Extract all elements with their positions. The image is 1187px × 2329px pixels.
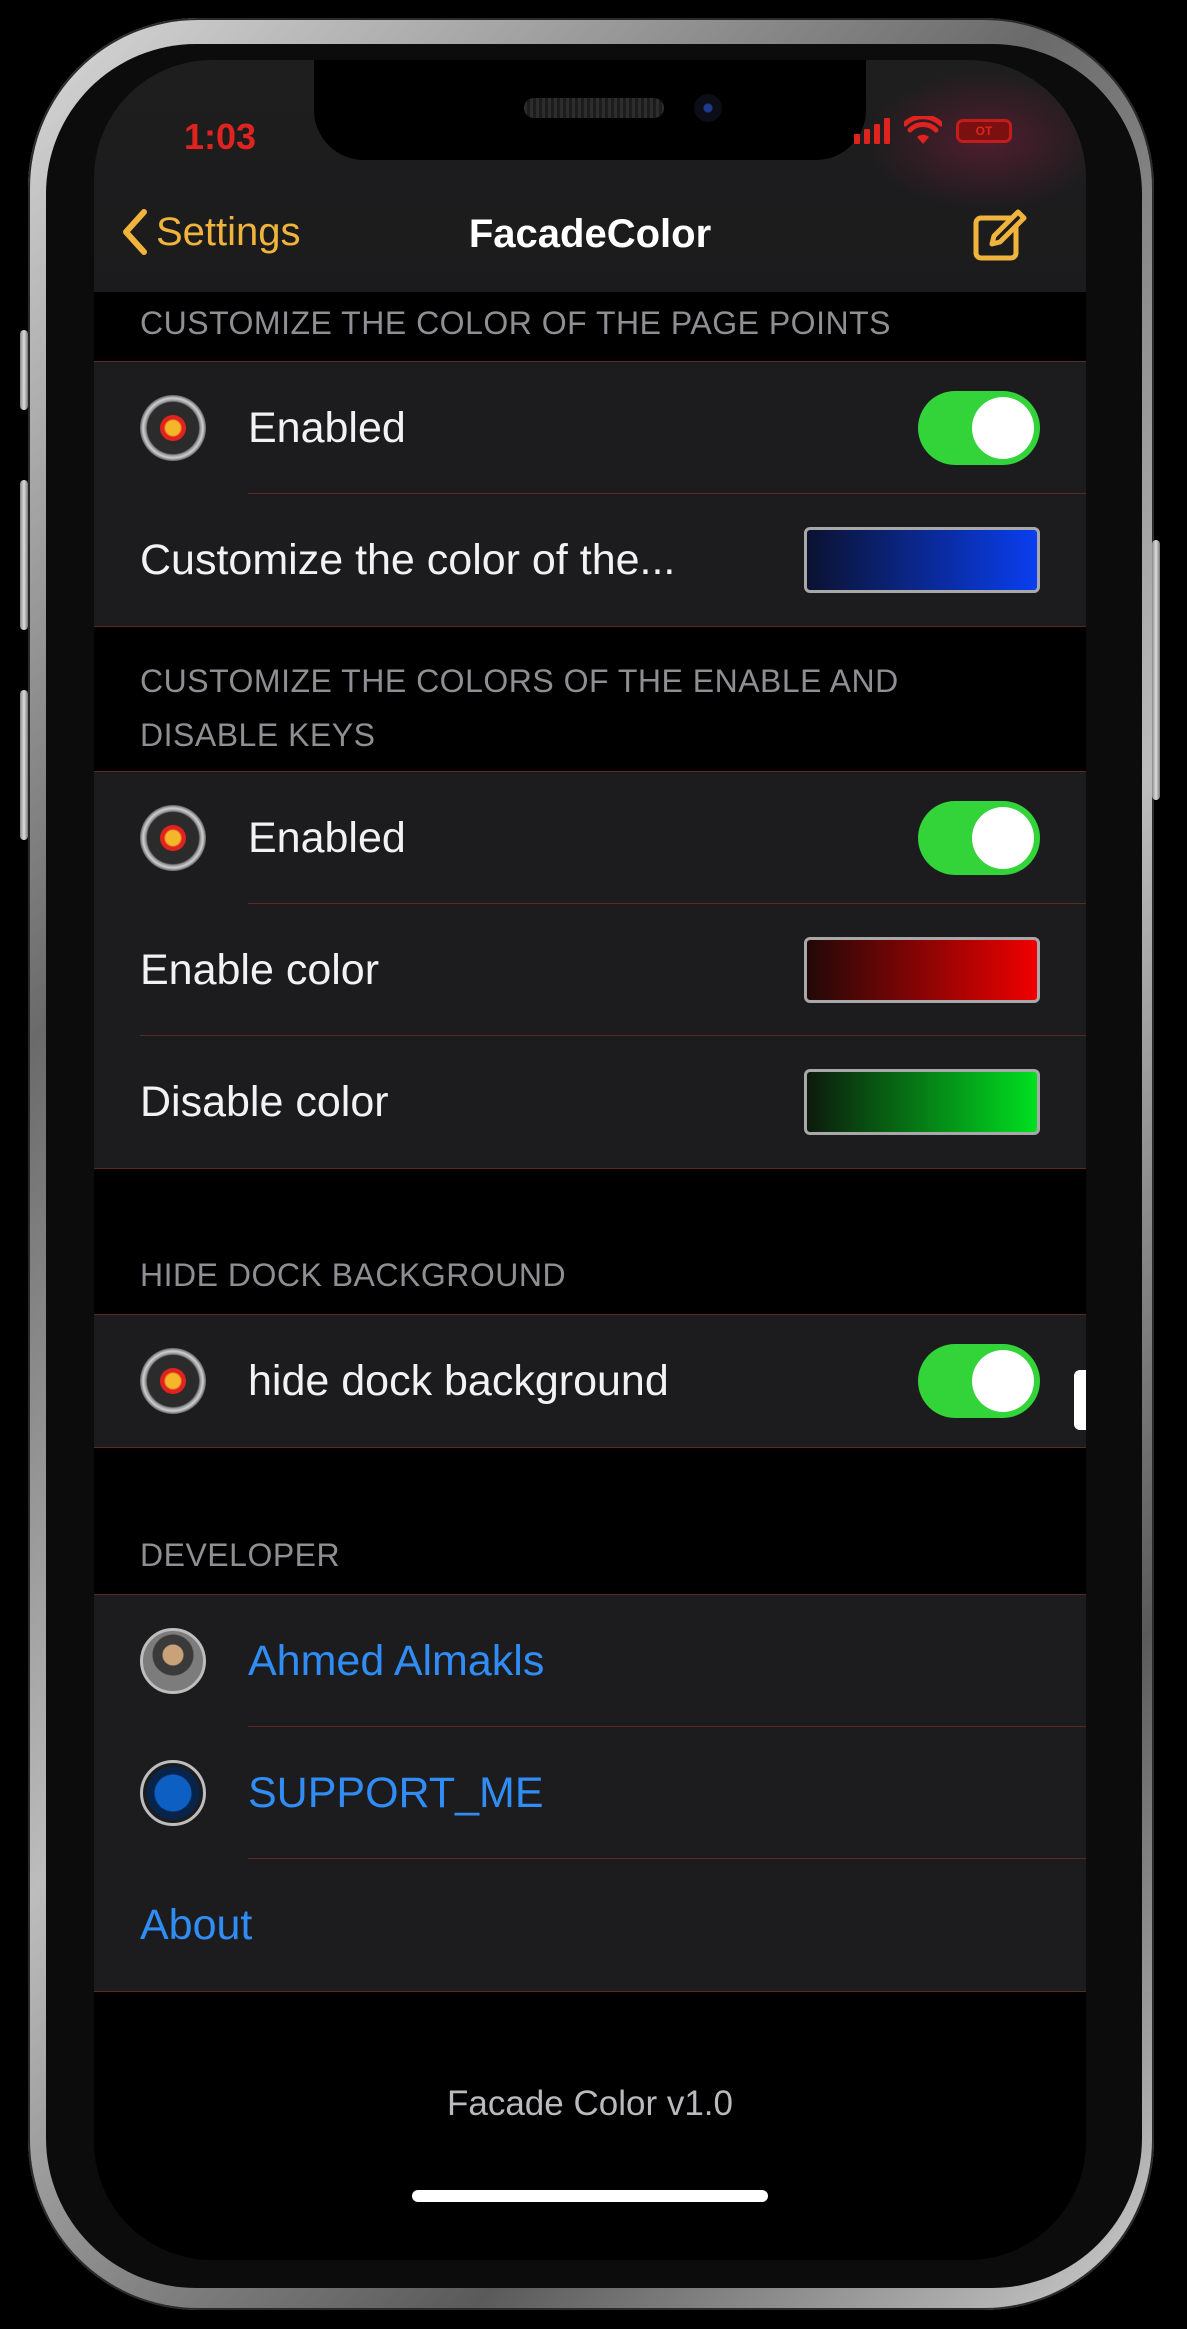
row-support[interactable]: SUPPORT_ME xyxy=(94,1727,1086,1859)
enabled-label: Enabled xyxy=(248,403,406,452)
screen: 1:03 OT Settings FacadeColor CUSTOMIZE T… xyxy=(94,60,1086,2260)
power-icon xyxy=(140,395,206,461)
row-developer[interactable]: Ahmed Almakls xyxy=(94,1595,1086,1727)
group-page-points: Enabled Customize the color of the... xyxy=(94,361,1086,627)
disable-color-swatch[interactable] xyxy=(804,1069,1040,1135)
power-button xyxy=(1152,540,1160,800)
row-hide-dock: hide dock background xyxy=(94,1315,1086,1447)
section-header-keys-line1: CUSTOMIZE THE COLORS OF THE ENABLE AND xyxy=(140,663,899,699)
page-points-color-label: Customize the color of the... xyxy=(140,535,676,584)
version-text: Facade Color v1.0 xyxy=(447,2084,733,2123)
compose-icon[interactable] xyxy=(972,208,1028,264)
power-icon xyxy=(140,805,206,871)
developer-avatar xyxy=(140,1628,206,1694)
page-points-color-swatch[interactable] xyxy=(804,527,1040,593)
section-header-developer: DEVELOPER xyxy=(140,1537,341,1573)
support-link[interactable]: SUPPORT_ME xyxy=(248,1769,544,1818)
power-icon xyxy=(140,1348,206,1414)
enable-color-swatch[interactable] xyxy=(804,937,1040,1003)
volume-down-button xyxy=(20,690,28,840)
enable-color-label: Enable color xyxy=(140,945,380,994)
page-points-enabled-toggle[interactable] xyxy=(918,391,1040,465)
row-about[interactable]: About xyxy=(94,1859,1086,1991)
battery-icon: OT xyxy=(956,119,1012,143)
row-page-points-enabled: Enabled xyxy=(94,362,1086,494)
signal-icon xyxy=(854,118,890,144)
row-disable-color[interactable]: Disable color xyxy=(94,1036,1086,1168)
status-icons: OT xyxy=(854,116,1012,146)
section-header-keys-line2: DISABLE KEYS xyxy=(140,717,376,753)
group-keys: Enabled Enable color Disable color xyxy=(94,771,1086,1169)
keys-enabled-toggle[interactable] xyxy=(918,801,1040,875)
enabled-label: Enabled xyxy=(248,813,406,862)
section-header-page-points: CUSTOMIZE THE COLOR OF THE PAGE POINTS xyxy=(140,305,891,341)
status-time: 1:03 xyxy=(184,116,257,157)
hide-dock-label: hide dock background xyxy=(248,1356,669,1405)
floating-side-tab[interactable] xyxy=(1074,1370,1086,1430)
section-header-dock: HIDE DOCK BACKGROUND xyxy=(140,1257,567,1293)
wifi-icon xyxy=(904,116,942,144)
volume-up-button xyxy=(20,480,28,630)
front-camera xyxy=(694,94,722,122)
row-keys-enabled: Enabled xyxy=(94,772,1086,904)
home-indicator[interactable] xyxy=(412,2190,768,2202)
disable-color-label: Disable color xyxy=(140,1077,389,1126)
speaker-grille xyxy=(524,98,664,118)
hide-dock-toggle[interactable] xyxy=(918,1344,1040,1418)
page-title: FacadeColor xyxy=(468,212,712,256)
paypal-icon xyxy=(140,1760,206,1826)
group-developer: Ahmed Almakls SUPPORT_ME About xyxy=(94,1594,1086,1992)
about-link[interactable]: About xyxy=(140,1901,252,1950)
mute-switch xyxy=(20,330,28,410)
row-enable-color[interactable]: Enable color xyxy=(94,904,1086,1036)
group-dock: hide dock background xyxy=(94,1314,1086,1448)
row-page-points-color[interactable]: Customize the color of the... xyxy=(94,494,1086,626)
developer-link[interactable]: Ahmed Almakls xyxy=(248,1637,544,1686)
section-header-keys: CUSTOMIZE THE COLORS OF THE ENABLE AND D… xyxy=(140,654,899,762)
